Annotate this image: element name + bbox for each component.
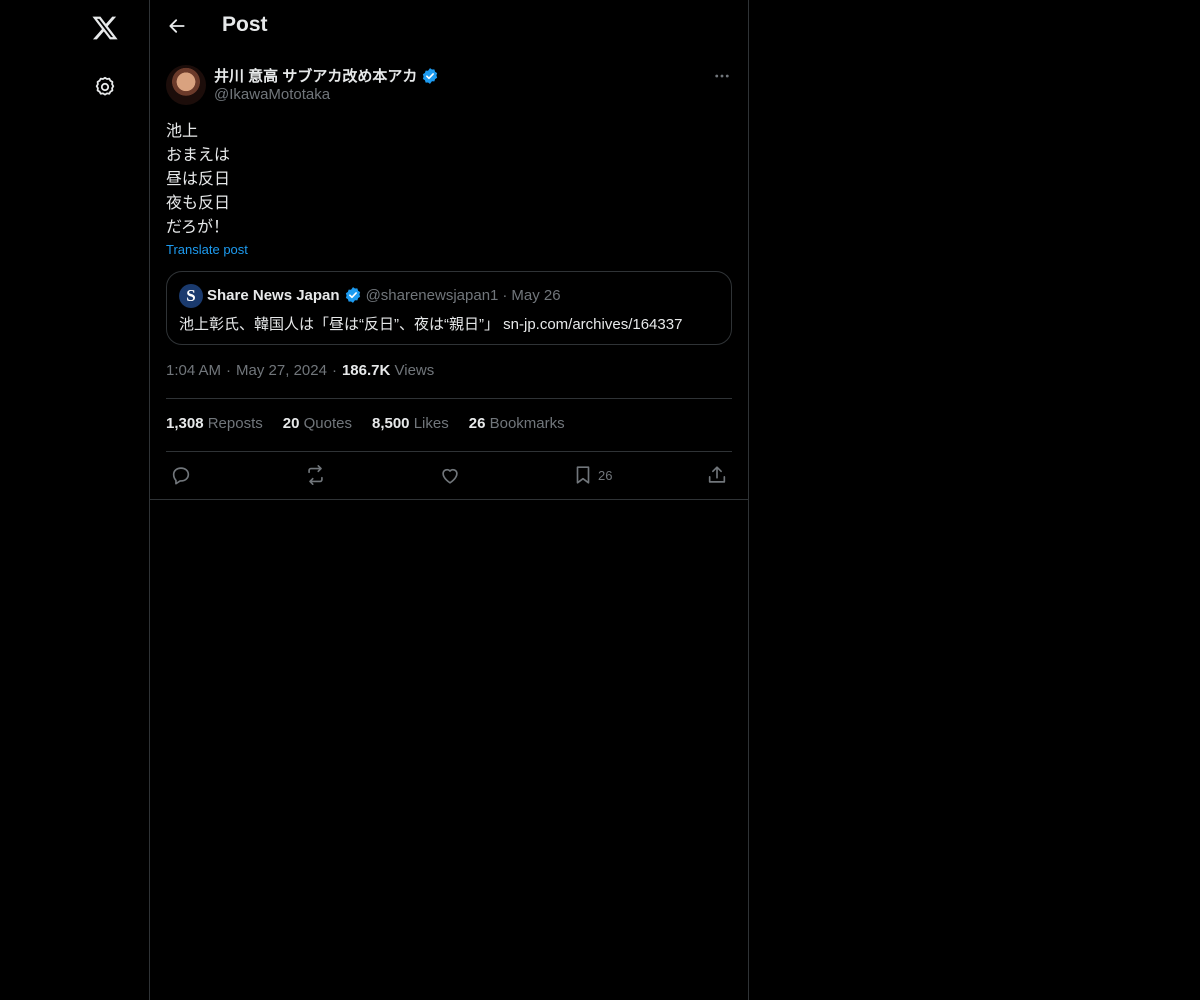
post-meta: 1:04 AM · May 27, 2024 · 186.7K Views bbox=[166, 362, 434, 379]
back-button[interactable] bbox=[162, 11, 192, 41]
arrow-left-icon bbox=[169, 19, 185, 33]
likes-label: Likes bbox=[413, 415, 449, 432]
quoted-post-text: 池上彰氏、韓国人は「昼は“反日”、夜は“親日”」 sn-jp.com/archi… bbox=[179, 316, 683, 333]
likes-stat[interactable]: 8,500 Likes bbox=[372, 415, 449, 432]
share-upload-icon bbox=[708, 466, 726, 483]
page-header: Post bbox=[150, 0, 748, 53]
quoted-author-handle: @sharenewsjapan1 bbox=[365, 286, 499, 304]
translate-post-link[interactable]: Translate post bbox=[166, 242, 248, 257]
author-handle[interactable]: @IkawaMototaka bbox=[214, 86, 330, 103]
quoted-post-header: Share News Japan @sharenewsjapan1 · May … bbox=[207, 286, 561, 304]
divider bbox=[166, 398, 732, 399]
quoted-author-name: Share News Japan bbox=[207, 286, 340, 304]
reply-button[interactable] bbox=[170, 463, 192, 487]
author-display-name: 井川 意高 サブアカ改め本アカ bbox=[214, 68, 418, 85]
post-detail: Post 井川 意高 サブアカ改め本アカ @IkawaMototaka 池上 お… bbox=[150, 0, 748, 500]
post-line: 夜も反日 bbox=[166, 195, 231, 212]
bookmark-icon bbox=[576, 466, 590, 484]
bookmarks-count: 26 bbox=[468, 415, 486, 432]
post-time[interactable]: 1:04 AM bbox=[166, 362, 221, 379]
page-title: Post bbox=[222, 13, 268, 36]
views-count: 186.7K bbox=[341, 362, 391, 379]
quoted-separator: · bbox=[502, 286, 508, 304]
bookmark-button[interactable]: 26 bbox=[572, 463, 612, 487]
heart-icon bbox=[442, 468, 458, 484]
engagement-stats: 1,308 Reposts 20 Quotes 8,500 Likes 26 B… bbox=[166, 415, 565, 432]
meta-separator: · bbox=[331, 362, 337, 379]
more-dots-icon bbox=[715, 74, 729, 78]
quotes-stat[interactable]: 20 Quotes bbox=[283, 415, 352, 432]
likes-count: 8,500 bbox=[371, 415, 410, 432]
reposts-stat[interactable]: 1,308 Reposts bbox=[166, 415, 263, 432]
verified-badge-icon bbox=[345, 287, 360, 303]
post-line: 昼は反日 bbox=[166, 171, 231, 188]
author-name-row[interactable]: 井川 意高 サブアカ改め本アカ bbox=[214, 65, 439, 86]
reposts-label: Reposts bbox=[207, 415, 263, 432]
bookmarks-stat[interactable]: 26 Bookmarks bbox=[469, 415, 565, 432]
more-options-button[interactable] bbox=[710, 64, 734, 88]
post-date[interactable]: May 27, 2024 bbox=[236, 362, 327, 379]
like-button[interactable] bbox=[439, 463, 461, 487]
share-button[interactable] bbox=[706, 463, 728, 487]
x-logo-link[interactable] bbox=[85, 8, 125, 48]
gear-icon bbox=[95, 76, 115, 96]
meta-separator: · bbox=[226, 362, 232, 379]
quoted-author-avatar: S bbox=[179, 284, 203, 308]
author-avatar[interactable] bbox=[166, 65, 206, 105]
quoted-post-date: May 26 bbox=[511, 286, 561, 304]
reply-icon bbox=[172, 467, 190, 485]
left-rail bbox=[0, 0, 150, 1000]
repost-button[interactable] bbox=[304, 463, 327, 487]
post-text: 池上 おまえは 昼は反日 夜も反日 だろが！ bbox=[166, 120, 230, 240]
repost-icon bbox=[308, 465, 323, 485]
post-line: おまえは bbox=[166, 147, 231, 164]
quotes-label: Quotes bbox=[303, 415, 352, 432]
post-line: だろが！ bbox=[166, 219, 230, 236]
main-column: Post 井川 意高 サブアカ改め本アカ @IkawaMototaka 池上 お… bbox=[150, 0, 749, 1000]
bookmarks-label: Bookmarks bbox=[489, 415, 565, 432]
x-logo-icon bbox=[92, 16, 118, 40]
divider bbox=[166, 451, 732, 452]
quoted-post-card[interactable]: S Share News Japan @sharenewsjapan1 · Ma… bbox=[166, 271, 732, 345]
quotes-count: 20 bbox=[282, 415, 300, 432]
bookmark-count: 26 bbox=[598, 467, 613, 483]
reposts-count: 1,308 bbox=[166, 415, 204, 432]
post-line: 池上 bbox=[166, 123, 199, 140]
settings-button[interactable] bbox=[85, 67, 125, 107]
views-label: Views bbox=[394, 362, 435, 379]
verified-badge-icon bbox=[423, 67, 438, 84]
